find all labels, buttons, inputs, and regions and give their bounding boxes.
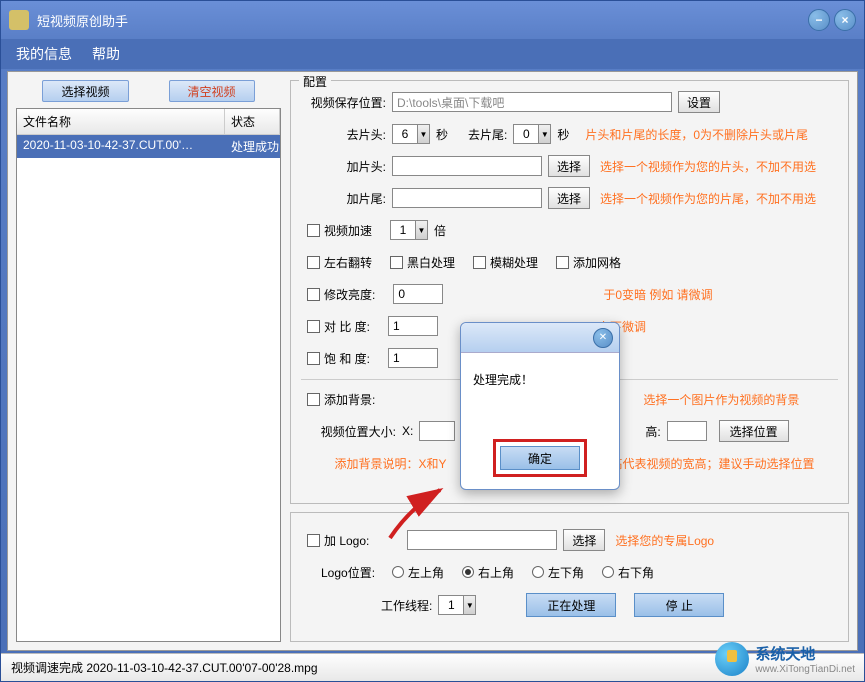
window-title: 短视频原创助手 xyxy=(37,11,808,30)
logo-br-radio[interactable]: 右下角 xyxy=(602,564,654,581)
set-path-button[interactable]: 设置 xyxy=(678,91,720,113)
pos-h-input[interactable] xyxy=(667,421,707,441)
video-pos-label: 视频位置大小: xyxy=(301,423,396,440)
add-head-input[interactable] xyxy=(392,156,542,176)
logo-select-button[interactable]: 选择 xyxy=(563,529,605,551)
speed-spinner[interactable]: 1▼ xyxy=(390,220,428,240)
add-tail-input[interactable] xyxy=(392,188,542,208)
watermark: 系统天地 www.XiTongTianDi.net xyxy=(715,642,855,676)
menubar: 我的信息 帮助 xyxy=(1,39,864,69)
trim-tail-spinner[interactable]: 0▼ xyxy=(513,124,551,144)
add-bg-checkbox[interactable]: 添加背景: xyxy=(307,391,375,408)
brightness-hint: 于0变暗 例如 请微调 xyxy=(603,286,712,303)
bw-checkbox[interactable]: 黑白处理 xyxy=(390,254,455,271)
chevron-down-icon: ▼ xyxy=(417,125,429,143)
menu-help[interactable]: 帮助 xyxy=(92,44,120,64)
saturation-input[interactable] xyxy=(388,348,438,368)
chevron-down-icon: ▼ xyxy=(463,596,475,614)
logo-group: 加 Logo: 选择 选择您的专属Logo Logo位置: 左上角 右上角 左下… xyxy=(290,512,849,642)
dialog-close-button[interactable]: ✕ xyxy=(593,328,613,348)
add-tail-select-button[interactable]: 选择 xyxy=(548,187,590,209)
dialog-message: 处理完成！ xyxy=(473,373,533,387)
trim-tail-label: 去片尾: xyxy=(468,126,507,143)
titlebar: 短视频原创助手 − × xyxy=(1,1,864,39)
col-filename[interactable]: 文件名称 xyxy=(17,109,225,134)
file-list: 文件名称 状态 2020-11-03-10-42-37.CUT.00'… 处理成… xyxy=(16,108,281,642)
save-path-label: 视频保存位置: xyxy=(301,94,386,111)
logo-bl-radio[interactable]: 左下角 xyxy=(532,564,584,581)
trim-hint: 片头和片尾的长度，0为不删除片头或片尾 xyxy=(585,126,808,143)
contrast-input[interactable] xyxy=(388,316,438,336)
logo-hint: 选择您的专属Logo xyxy=(615,532,714,549)
file-name-cell: 2020-11-03-10-42-37.CUT.00'… xyxy=(17,135,225,158)
threads-label: 工作线程: xyxy=(381,597,432,614)
logo-tr-radio[interactable]: 右上角 xyxy=(462,564,514,581)
main-window: 短视频原创助手 − × 我的信息 帮助 选择视频 清空视频 文件名称 状态 20… xyxy=(0,0,865,682)
blur-checkbox[interactable]: 模糊处理 xyxy=(473,254,538,271)
dialog-titlebar: ✕ xyxy=(461,323,619,353)
trim-head-spinner[interactable]: 6▼ xyxy=(392,124,430,144)
watermark-icon xyxy=(715,642,749,676)
saturation-checkbox[interactable]: 饱 和 度: xyxy=(307,350,370,367)
threads-spinner[interactable]: 1▼ xyxy=(438,595,476,615)
watermark-name: 系统天地 xyxy=(755,643,855,664)
pos-x-input[interactable] xyxy=(419,421,455,441)
add-tail-hint: 选择一个视频作为您的片尾，不加不用选 xyxy=(600,190,816,207)
col-status[interactable]: 状态 xyxy=(225,109,280,134)
process-button[interactable]: 正在处理 xyxy=(526,593,616,617)
select-position-button[interactable]: 选择位置 xyxy=(719,420,789,442)
add-tail-label: 加片尾: xyxy=(301,190,386,207)
logo-path-input[interactable] xyxy=(407,530,557,550)
contrast-checkbox[interactable]: 对 比 度: xyxy=(307,318,370,335)
clear-video-button[interactable]: 清空视频 xyxy=(169,80,255,102)
app-icon xyxy=(9,10,29,30)
left-panel: 选择视频 清空视频 文件名称 状态 2020-11-03-10-42-37.CU… xyxy=(16,80,281,642)
close-button[interactable]: × xyxy=(834,9,856,31)
select-video-button[interactable]: 选择视频 xyxy=(42,80,128,102)
add-logo-checkbox[interactable]: 加 Logo: xyxy=(307,532,369,549)
grid-checkbox[interactable]: 添加网格 xyxy=(556,254,621,271)
flip-checkbox[interactable]: 左右翻转 xyxy=(307,254,372,271)
client-area: 选择视频 清空视频 文件名称 状态 2020-11-03-10-42-37.CU… xyxy=(7,71,858,651)
logo-tl-radio[interactable]: 左上角 xyxy=(392,564,444,581)
completion-dialog: ✕ 处理完成！ 确定 xyxy=(460,322,620,490)
add-head-label: 加片头: xyxy=(301,158,386,175)
add-head-hint: 选择一个视频作为您的片头，不加不用选 xyxy=(600,158,816,175)
logo-pos-label: Logo位置: xyxy=(321,564,386,581)
minimize-button[interactable]: − xyxy=(808,9,830,31)
add-head-select-button[interactable]: 选择 xyxy=(548,155,590,177)
config-title: 配置 xyxy=(299,73,331,90)
chevron-down-icon: ▼ xyxy=(538,125,550,143)
trim-head-label: 去片头: xyxy=(301,126,386,143)
menu-myinfo[interactable]: 我的信息 xyxy=(16,44,72,64)
brightness-checkbox[interactable]: 修改亮度: xyxy=(307,286,375,303)
brightness-input[interactable] xyxy=(393,284,443,304)
file-status-cell: 处理成功 xyxy=(225,135,280,158)
stop-button[interactable]: 停 止 xyxy=(634,593,724,617)
watermark-url: www.XiTongTianDi.net xyxy=(755,664,855,675)
save-path-input[interactable] xyxy=(392,92,672,112)
speed-checkbox[interactable]: 视频加速 xyxy=(307,222,372,239)
file-row[interactable]: 2020-11-03-10-42-37.CUT.00'… 处理成功 xyxy=(17,135,280,158)
highlight-annotation: 确定 xyxy=(493,439,587,477)
chevron-down-icon: ▼ xyxy=(415,221,427,239)
dialog-ok-button[interactable]: 确定 xyxy=(500,446,580,470)
status-text: 视频调速完成 2020-11-03-10-42-37.CUT.00'07-00'… xyxy=(11,659,318,676)
bg-hint: 选择一个图片作为视频的背景 xyxy=(643,391,799,408)
